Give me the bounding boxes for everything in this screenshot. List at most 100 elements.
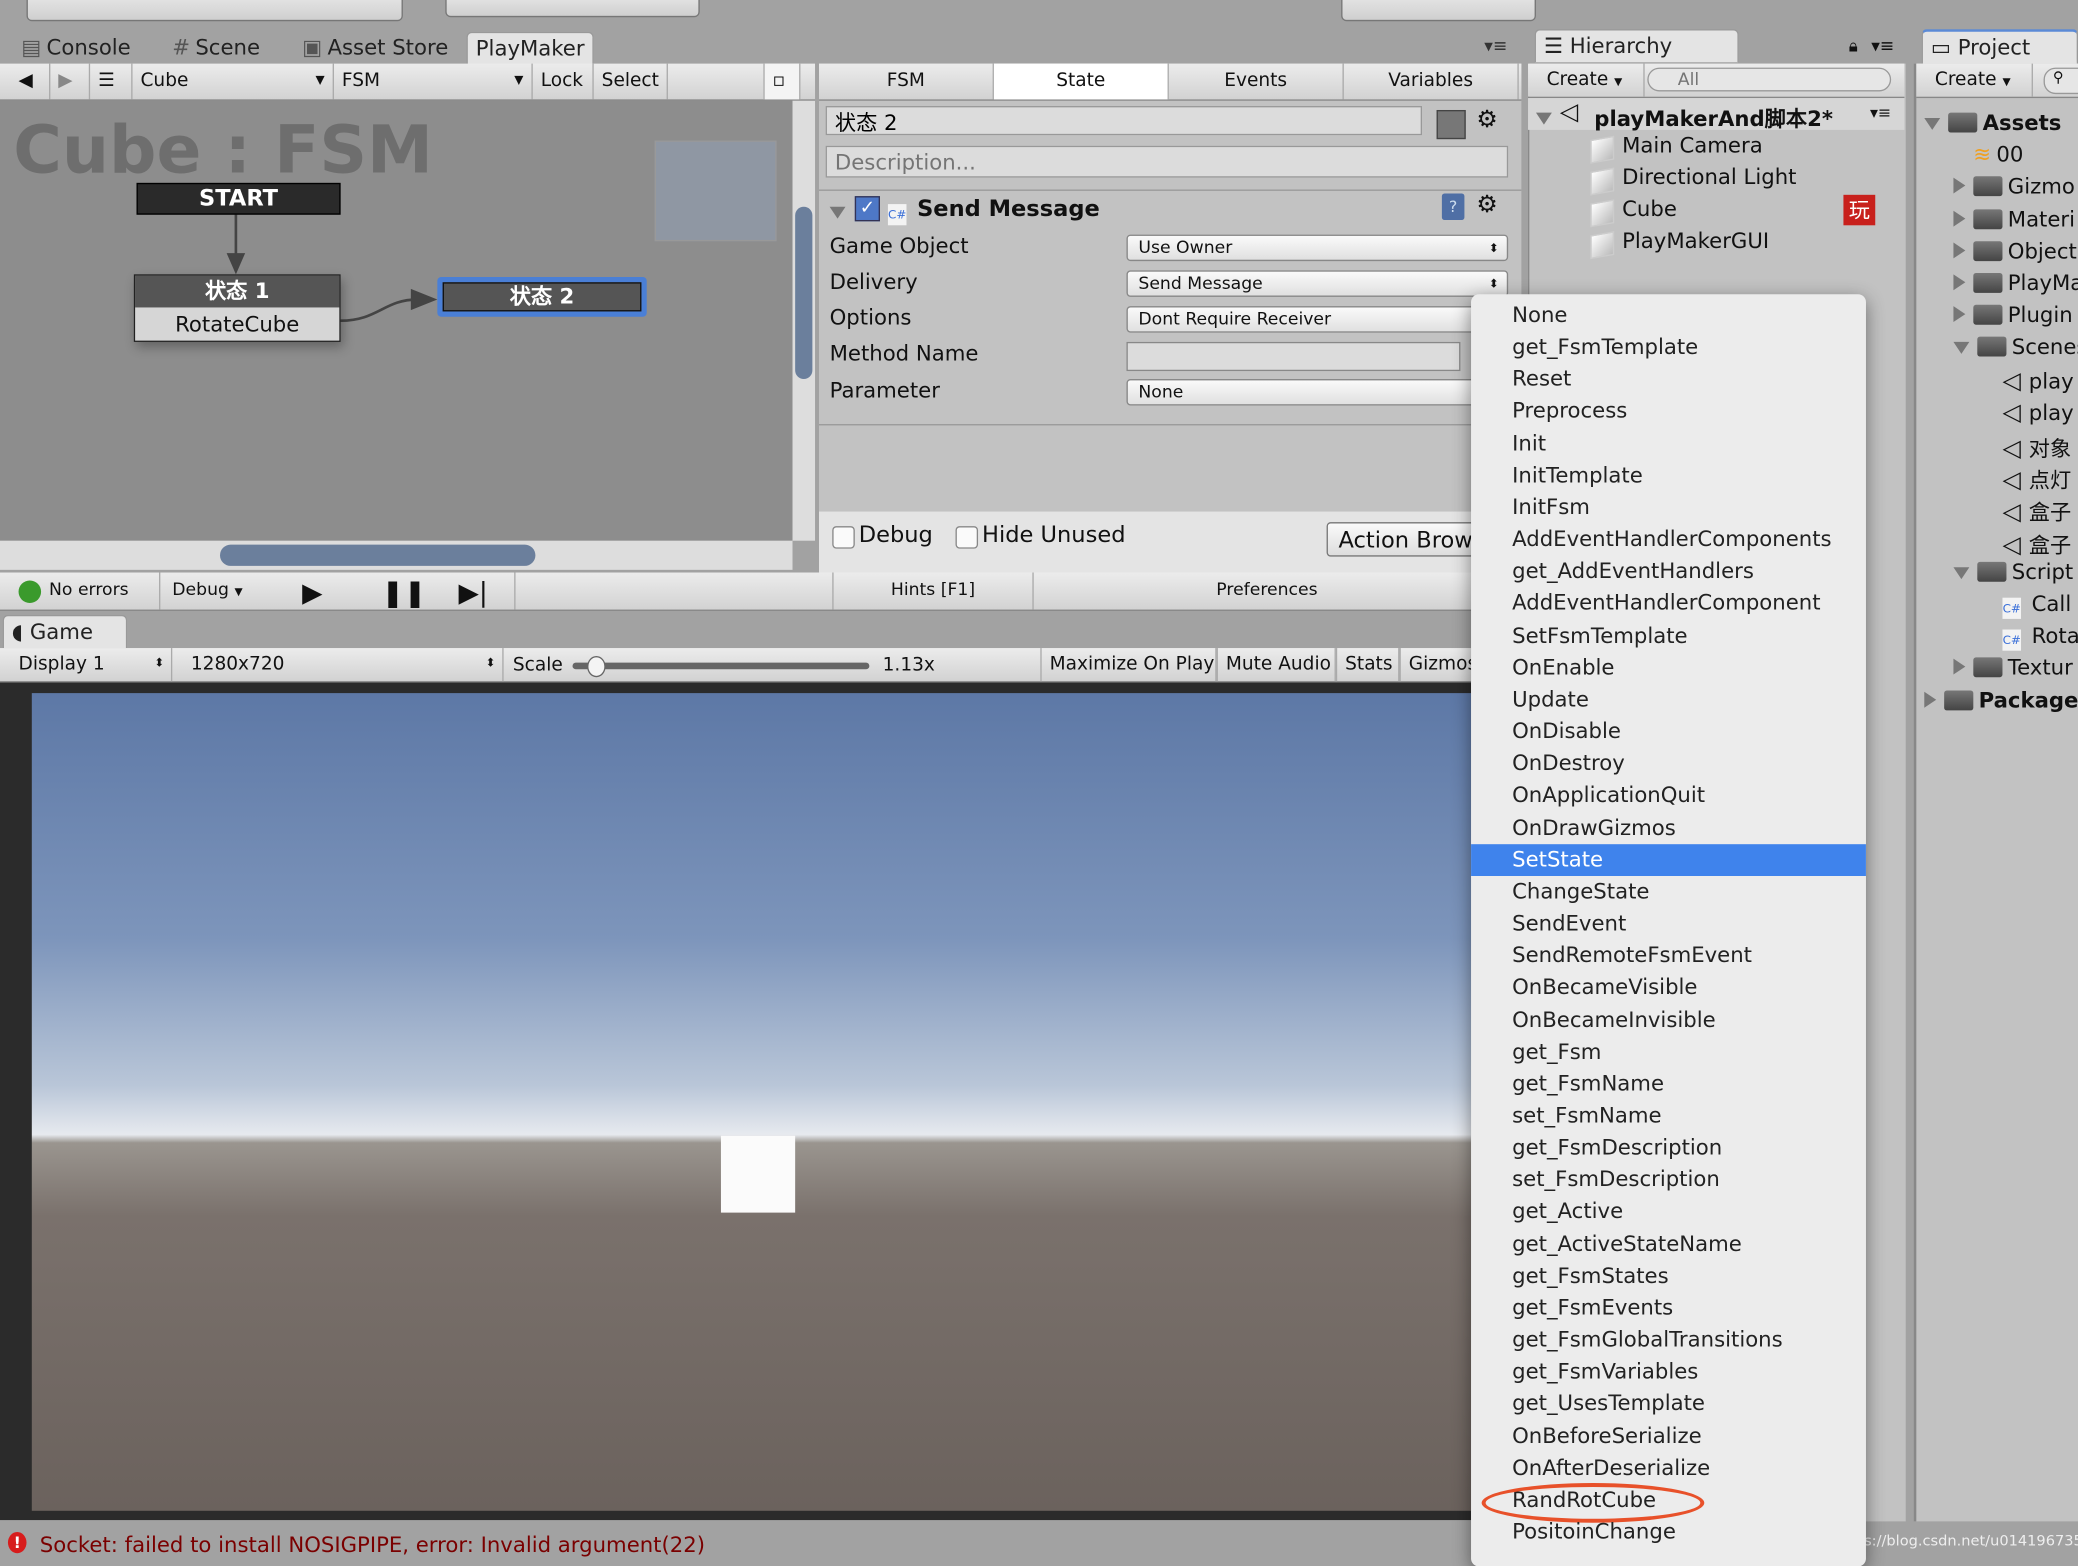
mute-audio-button[interactable]: Mute Audio bbox=[1216, 648, 1336, 682]
lock-icon[interactable]: 🔒︎ bbox=[1849, 37, 1858, 57]
display-select[interactable]: Display 1 ⬍ bbox=[11, 648, 173, 682]
project-item[interactable]: Script bbox=[1953, 559, 2073, 584]
tab-hierarchy[interactable]: ☰ Hierarchy bbox=[1534, 29, 1739, 63]
menu-item[interactable]: ChangeState bbox=[1471, 876, 1866, 908]
project-item[interactable]: Gizmo bbox=[1953, 174, 2075, 199]
menu-item[interactable]: get_FsmGlobalTransitions bbox=[1471, 1324, 1866, 1356]
hide-unused-checkbox[interactable] bbox=[955, 526, 979, 549]
expand-arrow-icon[interactable] bbox=[1953, 566, 1970, 579]
menu-item[interactable]: Update bbox=[1471, 684, 1866, 716]
tab-playmaker[interactable]: PlayMaker bbox=[466, 31, 594, 65]
method-name-input[interactable] bbox=[1126, 341, 1461, 372]
preferences-button[interactable]: Preferences bbox=[1031, 573, 1503, 610]
tab-asset-store[interactable]: ▣ Asset Store bbox=[294, 32, 456, 64]
debug-dropdown[interactable]: Debug ▼ bbox=[172, 580, 242, 600]
menu-item[interactable]: OnDrawGizmos bbox=[1471, 812, 1866, 844]
menu-item[interactable]: get_FsmName bbox=[1471, 1068, 1866, 1100]
project-item[interactable]: Textur bbox=[1953, 655, 2073, 680]
scale-slider[interactable] bbox=[572, 656, 870, 678]
menu-item[interactable]: get_FsmStates bbox=[1471, 1260, 1866, 1292]
expand-arrow-icon[interactable] bbox=[1924, 117, 1941, 130]
hierarchy-item[interactable]: PlayMakerGUI bbox=[1622, 228, 1769, 253]
description-input[interactable] bbox=[825, 145, 1509, 178]
menu-item[interactable]: AddEventHandlerComponents bbox=[1471, 524, 1866, 556]
action-enabled-checkbox[interactable]: ✓ bbox=[854, 196, 880, 222]
project-create-button[interactable]: Create ▼ bbox=[1927, 63, 2033, 97]
hierarchy-item[interactable]: Cube bbox=[1622, 196, 1677, 221]
expand-arrow-icon[interactable] bbox=[1953, 178, 1966, 195]
debug-checkbox[interactable] bbox=[832, 526, 855, 549]
menu-item[interactable]: None bbox=[1471, 300, 1866, 332]
project-item[interactable]: ◁ play bbox=[1983, 367, 2073, 395]
menu-item[interactable]: get_Active bbox=[1471, 1196, 1866, 1228]
menu-item[interactable]: SetState bbox=[1471, 843, 1866, 876]
state-node-1[interactable]: 状态 1 RotateCube bbox=[133, 274, 341, 342]
menu-item[interactable]: set_FsmDescription bbox=[1471, 1164, 1866, 1196]
project-search-icon[interactable]: ⚲ bbox=[2043, 67, 2078, 95]
menu-item[interactable]: get_FsmTemplate bbox=[1471, 332, 1866, 364]
action-settings-gear-icon[interactable]: ⚙ bbox=[1476, 191, 1497, 219]
step-button[interactable]: ▶| bbox=[459, 576, 488, 608]
project-item[interactable]: ◁ 盒子 bbox=[1983, 527, 2071, 559]
menu-item[interactable]: OnEnable bbox=[1471, 652, 1866, 684]
menu-item[interactable]: get_FsmVariables bbox=[1471, 1356, 1866, 1388]
game-viewport[interactable] bbox=[31, 693, 1472, 1511]
menu-item[interactable]: Preprocess bbox=[1471, 396, 1866, 428]
state-node-2[interactable]: 状态 2 bbox=[437, 276, 647, 317]
project-item[interactable]: ◁ 盒子 bbox=[1983, 495, 2071, 527]
project-item[interactable]: ≋ 00 bbox=[1953, 142, 2023, 167]
fsm-select[interactable]: FSM ▼ bbox=[334, 63, 533, 100]
parameter-select[interactable]: None⬍ bbox=[1126, 379, 1509, 406]
tab-events[interactable]: Events bbox=[1169, 63, 1344, 100]
expand-arrow-icon[interactable] bbox=[1953, 210, 1966, 227]
menu-item[interactable]: get_AddEventHandlers bbox=[1471, 556, 1866, 588]
menu-item[interactable]: set_FsmName bbox=[1471, 1100, 1866, 1132]
tab-fsm[interactable]: FSM bbox=[819, 63, 994, 100]
expand-arrow-icon[interactable] bbox=[1953, 659, 1966, 676]
project-item[interactable]: C# Call bbox=[1983, 591, 2071, 619]
expand-arrow-icon[interactable] bbox=[1953, 242, 1966, 259]
delivery-select[interactable]: Send Message ⬍ bbox=[1126, 270, 1509, 297]
tab-state[interactable]: State bbox=[993, 63, 1169, 100]
menu-item[interactable]: get_FsmDescription bbox=[1471, 1132, 1866, 1164]
project-item[interactable]: Materi bbox=[1953, 206, 2075, 231]
minimap-toggle[interactable]: ▫ bbox=[763, 63, 801, 100]
pivot-toggles[interactable] bbox=[445, 0, 700, 18]
project-item[interactable]: Scenes bbox=[1953, 334, 2078, 360]
project-item[interactable]: ◁ 对象 bbox=[1983, 431, 2071, 463]
tab-console[interactable]: ▤ Console bbox=[13, 32, 138, 64]
menu-item[interactable]: get_ActiveStateName bbox=[1471, 1228, 1866, 1260]
menu-item[interactable]: get_UsesTemplate bbox=[1471, 1388, 1866, 1420]
menu-item[interactable]: OnBecameVisible bbox=[1471, 972, 1866, 1004]
gizmos-button[interactable]: Gizmos bbox=[1399, 648, 1479, 682]
hierarchy-item[interactable]: Main Camera bbox=[1622, 133, 1763, 158]
scene-menu-icon[interactable]: ▾≡ bbox=[1870, 103, 1891, 122]
stats-button[interactable]: Stats bbox=[1335, 648, 1400, 682]
project-item[interactable]: C# Rota bbox=[1983, 623, 2078, 651]
help-book-icon[interactable]: ? bbox=[1441, 193, 1465, 220]
graph-horizontal-scrollbar[interactable] bbox=[0, 540, 793, 570]
menu-icon[interactable]: ☰ bbox=[90, 63, 133, 100]
maximize-on-play-button[interactable]: Maximize On Play bbox=[1040, 648, 1217, 682]
method-dropdown-menu[interactable]: None get_FsmTemplate Reset Preprocess Init In… bbox=[1471, 294, 1866, 1566]
expand-arrow-icon[interactable] bbox=[1953, 306, 1966, 323]
pause-button[interactable]: ❚❚ bbox=[382, 576, 426, 608]
expand-arrow-icon[interactable] bbox=[1924, 691, 1937, 708]
menu-item[interactable]: SendRemoteFsmEvent bbox=[1471, 940, 1866, 972]
project-item[interactable]: PlayMa bbox=[1953, 270, 2078, 296]
menu-item[interactable]: Init bbox=[1471, 428, 1866, 460]
resolution-select[interactable]: 1280x720 ⬍ bbox=[183, 648, 504, 682]
tab-variables[interactable]: Variables bbox=[1344, 63, 1519, 100]
play-controls[interactable] bbox=[1341, 0, 1536, 22]
scale-slider-knob[interactable] bbox=[587, 656, 606, 678]
graph-vertical-scrollbar[interactable] bbox=[792, 100, 816, 541]
project-item[interactable]: ◁ 点灯 bbox=[1983, 463, 2071, 495]
menu-item[interactable]: OnAfterDeserialize bbox=[1471, 1452, 1866, 1484]
menu-item[interactable]: OnApplicationQuit bbox=[1471, 780, 1866, 812]
cube-object[interactable] bbox=[720, 1135, 796, 1213]
project-item[interactable]: Assets bbox=[1924, 110, 2061, 135]
menu-item[interactable]: OnBeforeSerialize bbox=[1471, 1420, 1866, 1452]
menu-item[interactable]: get_Fsm bbox=[1471, 1036, 1866, 1068]
game-object-select[interactable]: Use Owner ⬍ bbox=[1126, 234, 1509, 262]
menu-item[interactable]: OnBecameInvisible bbox=[1471, 1004, 1866, 1036]
